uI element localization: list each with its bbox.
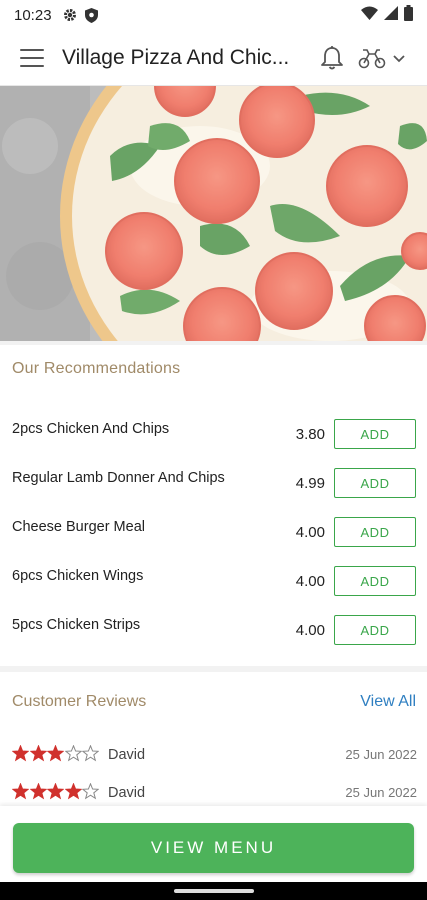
status-time: 10:23 bbox=[14, 6, 52, 24]
item-price: 4.00 bbox=[295, 622, 325, 639]
status-bar: 10:23 bbox=[0, 0, 427, 30]
bell-icon[interactable] bbox=[320, 45, 344, 71]
item-name: Cheese Burger Meal bbox=[12, 519, 145, 535]
system-nav-bar bbox=[0, 882, 427, 900]
add-button[interactable]: ADD bbox=[334, 615, 416, 645]
chevron-down-icon[interactable] bbox=[392, 51, 406, 65]
star-empty-icon bbox=[82, 783, 99, 800]
item-price: 4.00 bbox=[295, 573, 325, 590]
delivery-scooter-icon[interactable] bbox=[358, 47, 386, 69]
reviewer-name: David bbox=[108, 785, 146, 801]
item-name: Regular Lamb Donner And Chips bbox=[12, 470, 225, 486]
add-button[interactable]: ADD bbox=[334, 566, 416, 596]
star-filled-icon bbox=[47, 745, 64, 762]
recommendations-title: Our Recommendations bbox=[12, 360, 181, 377]
reviews-title: Customer Reviews bbox=[12, 693, 147, 710]
signal-icon bbox=[384, 6, 398, 24]
star-filled-icon bbox=[64, 783, 82, 800]
review-row: David 25 Jun 2022 bbox=[12, 783, 417, 805]
app-bar: Village Pizza And Chic... bbox=[0, 30, 427, 86]
battery-icon bbox=[404, 5, 413, 25]
item-name: 5pcs Chicken Strips bbox=[12, 617, 141, 633]
item-price: 4.00 bbox=[295, 524, 325, 541]
gear-icon bbox=[62, 7, 78, 23]
list-item: 2pcs Chicken And Chips 3.80 ADD bbox=[0, 419, 427, 468]
hero-pizza-image bbox=[0, 86, 427, 341]
review-row: David 25 Jun 2022 bbox=[12, 745, 417, 767]
item-name: 6pcs Chicken Wings bbox=[12, 568, 144, 584]
list-item: 6pcs Chicken Wings 4.00 ADD bbox=[0, 566, 427, 615]
divider bbox=[0, 341, 427, 345]
star-empty-icon bbox=[82, 745, 99, 762]
star-filled-icon bbox=[47, 783, 64, 800]
add-button[interactable]: ADD bbox=[334, 419, 416, 449]
page-title: Village Pizza And Chic... bbox=[62, 45, 290, 69]
star-filled-icon bbox=[12, 745, 29, 762]
reviewer-name: David bbox=[108, 747, 146, 763]
add-button[interactable]: ADD bbox=[334, 517, 416, 547]
star-empty-icon bbox=[64, 745, 82, 762]
hamburger-menu-icon[interactable] bbox=[20, 48, 44, 67]
review-date: 25 Jun 2022 bbox=[345, 747, 417, 762]
star-filled-icon bbox=[29, 783, 47, 800]
review-date: 25 Jun 2022 bbox=[345, 785, 417, 800]
list-item: 5pcs Chicken Strips 4.00 ADD bbox=[0, 615, 427, 664]
item-price: 3.80 bbox=[295, 426, 325, 443]
add-button[interactable]: ADD bbox=[334, 468, 416, 498]
item-price: 4.99 bbox=[295, 475, 325, 492]
view-all-link[interactable]: View All bbox=[360, 693, 416, 711]
bottom-bar: VIEW MENU bbox=[0, 806, 427, 882]
star-filled-icon bbox=[29, 745, 47, 762]
star-rating bbox=[12, 783, 100, 800]
star-rating bbox=[12, 745, 100, 762]
wifi-icon bbox=[361, 6, 378, 24]
view-menu-button[interactable]: VIEW MENU bbox=[13, 823, 414, 873]
item-name: 2pcs Chicken And Chips bbox=[12, 421, 170, 437]
shield-icon bbox=[84, 7, 100, 23]
home-handle[interactable] bbox=[174, 889, 254, 893]
list-item: Regular Lamb Donner And Chips 4.99 ADD bbox=[0, 468, 427, 517]
star-filled-icon bbox=[12, 783, 29, 800]
divider bbox=[0, 666, 427, 672]
list-item: Cheese Burger Meal 4.00 ADD bbox=[0, 517, 427, 566]
